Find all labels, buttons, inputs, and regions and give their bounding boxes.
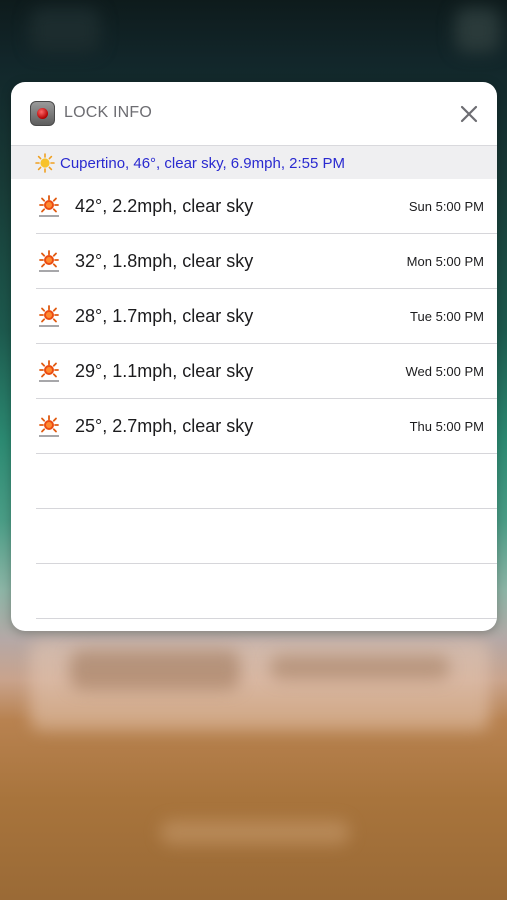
forecast-row[interactable]: 28°, 1.7mph, clear sky Tue 5:00 PM — [11, 289, 497, 344]
background-blur-tile — [30, 8, 100, 53]
sunny-weather-icon — [39, 415, 59, 437]
forecast-row[interactable]: 25°, 2.7mph, clear sky Thu 5:00 PM — [11, 399, 497, 454]
sunny-weather-icon — [39, 305, 59, 327]
close-button[interactable] — [457, 102, 481, 126]
forecast-condition: 42°, 2.2mph, clear sky — [75, 196, 254, 216]
forecast-condition: 29°, 1.1mph, clear sky — [75, 361, 254, 381]
row-divider — [36, 618, 497, 619]
forecast-condition: 25°, 2.7mph, clear sky — [75, 416, 254, 436]
forecast-condition: 28°, 1.7mph, clear sky — [75, 306, 254, 326]
widget-header: LOCK INFO — [11, 82, 497, 145]
widget-title: LOCK INFO — [64, 104, 153, 121]
forecast-time: Tue 5:00 PM — [410, 309, 484, 324]
sunny-weather-icon — [39, 250, 59, 272]
empty-row — [11, 509, 497, 564]
background-blur-text — [70, 650, 240, 690]
sun-icon — [35, 153, 55, 173]
background-blur-text — [270, 655, 450, 680]
close-icon — [460, 105, 478, 123]
sunny-weather-icon — [39, 195, 59, 217]
forecast-time: Thu 5:00 PM — [409, 419, 484, 434]
forecast-condition: 32°, 1.8mph, clear sky — [75, 251, 254, 271]
lock-info-widget: LOCK INFO Cupertino, 46°, clear sky, 6.9… — [11, 82, 497, 631]
sunny-weather-icon — [39, 360, 59, 382]
current-weather-row[interactable]: Cupertino, 46°, clear sky, 6.9mph, 2:55 … — [11, 145, 497, 179]
empty-row — [11, 454, 497, 509]
forecast-row[interactable]: 42°, 2.2mph, clear sky Sun 5:00 PM — [11, 179, 497, 234]
app-icon-red-dot — [37, 108, 48, 119]
empty-row — [11, 564, 497, 619]
forecast-row[interactable]: 32°, 1.8mph, clear sky Mon 5:00 PM — [11, 234, 497, 289]
forecast-time: Mon 5:00 PM — [406, 254, 484, 269]
forecast-list: 42°, 2.2mph, clear sky Sun 5:00 PM 32°, … — [11, 179, 497, 619]
lock-info-app-icon — [30, 101, 55, 126]
forecast-time: Wed 5:00 PM — [405, 364, 484, 379]
current-weather-text: Cupertino, 46°, clear sky, 6.9mph, 2:55 … — [60, 155, 346, 172]
background-blur-tile — [455, 8, 500, 53]
forecast-row[interactable]: 29°, 1.1mph, clear sky Wed 5:00 PM — [11, 344, 497, 399]
background-blur-text — [160, 820, 350, 845]
forecast-time: Sun 5:00 PM — [408, 199, 484, 214]
